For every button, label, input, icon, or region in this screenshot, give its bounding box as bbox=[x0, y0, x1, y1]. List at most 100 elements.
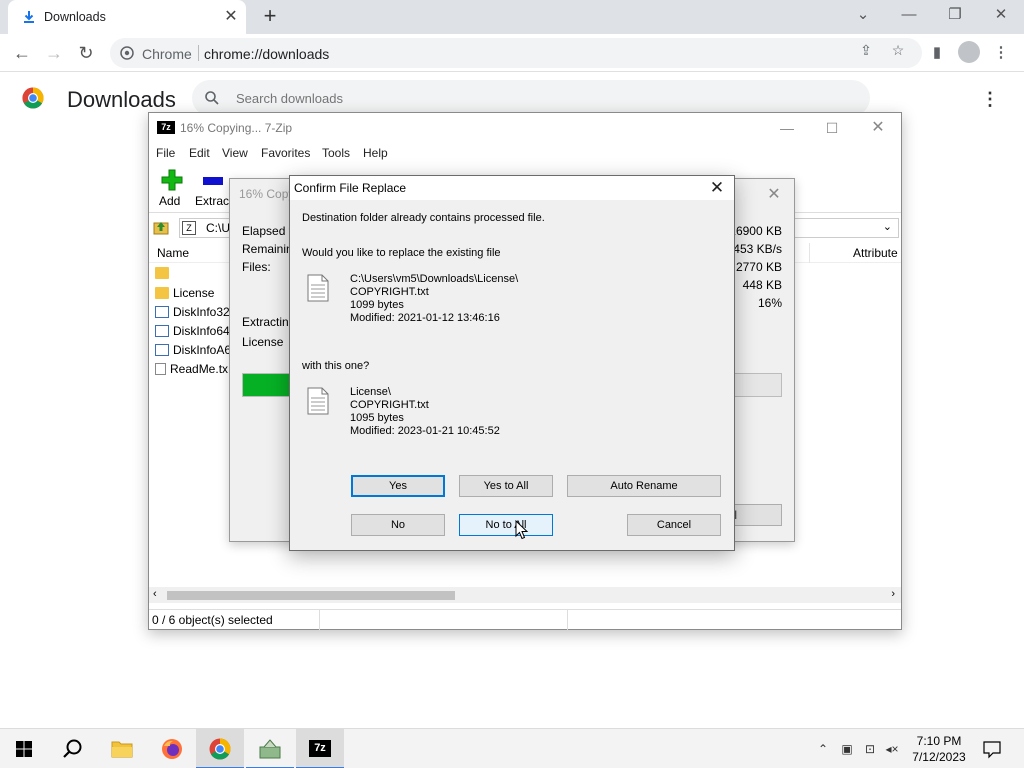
menu-tools[interactable]: Tools bbox=[322, 146, 350, 160]
chrome-menu-icon[interactable]: ⋮ bbox=[990, 42, 1012, 64]
folder-icon bbox=[111, 741, 133, 758]
scheme-label: Chrome bbox=[142, 46, 192, 62]
add-icon[interactable] bbox=[161, 169, 183, 191]
status-divider bbox=[567, 610, 568, 630]
confirm-file-replace-dialog: Confirm File Replace ✕ Destination folde… bbox=[289, 175, 735, 551]
taskbar-file-explorer[interactable] bbox=[98, 729, 146, 768]
extract-icon[interactable] bbox=[203, 177, 223, 185]
sevenzip-app-icon: 7z bbox=[157, 121, 175, 134]
list-item[interactable]: DiskInfoA6 bbox=[155, 343, 231, 361]
notification-icon[interactable] bbox=[982, 739, 1002, 759]
firefox-icon bbox=[162, 739, 182, 759]
yes-to-all-button[interactable]: Yes to All bbox=[459, 475, 553, 497]
list-item[interactable]: License bbox=[155, 286, 214, 304]
address-bar[interactable]: Chrome chrome://downloads bbox=[110, 38, 922, 68]
chrome-toolbar: ← → ↻ Chrome chrome://downloads ⇪ ☆ ▮ ⋮ bbox=[0, 34, 1024, 72]
total-size-value: 16900 KB bbox=[729, 224, 782, 238]
list-item[interactable]: ReadMe.tx bbox=[155, 362, 228, 380]
sevenzip-icon: 7z bbox=[309, 740, 331, 757]
existing-file-icon bbox=[307, 274, 329, 302]
start-button[interactable] bbox=[0, 729, 48, 768]
no-to-all-button[interactable]: No to All bbox=[459, 514, 553, 536]
column-attributes[interactable]: Attribute bbox=[853, 246, 898, 260]
tab-search-icon[interactable]: ⌄ bbox=[840, 0, 886, 30]
minimize-button[interactable]: — bbox=[886, 0, 932, 30]
chevron-up-icon[interactable]: ⌃ bbox=[815, 741, 831, 757]
clock-time: 7:10 PM bbox=[916, 734, 962, 748]
mouse-cursor-icon bbox=[515, 520, 529, 540]
restore-button[interactable]: ❐ bbox=[932, 0, 978, 30]
minimize-button[interactable]: — bbox=[772, 117, 802, 139]
scrollbar-thumb[interactable] bbox=[167, 591, 455, 600]
column-name[interactable]: Name bbox=[157, 246, 189, 260]
folder-up-icon[interactable] bbox=[153, 219, 169, 235]
side-panel-icon[interactable]: ▮ bbox=[926, 42, 948, 64]
network-icon[interactable]: ⊡ bbox=[862, 741, 878, 757]
speed-value: 453 KB/s bbox=[733, 242, 782, 256]
taskbar-chrome[interactable] bbox=[196, 729, 244, 768]
reload-button[interactable]: ↻ bbox=[73, 40, 99, 66]
tab-downloads[interactable]: Downloads ✕ bbox=[8, 0, 246, 34]
url-text[interactable]: chrome://downloads bbox=[204, 46, 329, 62]
more-actions-icon[interactable]: ⋮ bbox=[980, 88, 1000, 110]
new-tab-button[interactable]: + bbox=[258, 5, 282, 29]
scroll-left-icon[interactable]: ‹ bbox=[153, 588, 157, 600]
exe-file-icon bbox=[155, 344, 169, 356]
menu-favorites[interactable]: Favorites bbox=[261, 146, 310, 160]
search-input[interactable] bbox=[236, 88, 836, 108]
add-button-label[interactable]: Add bbox=[159, 194, 180, 208]
close-icon[interactable]: ✕ bbox=[702, 177, 732, 199]
menu-help[interactable]: Help bbox=[363, 146, 388, 160]
close-window-button[interactable]: ✕ bbox=[978, 0, 1024, 30]
taskbar-search-button[interactable] bbox=[48, 729, 96, 768]
no-button[interactable]: No bbox=[351, 514, 445, 536]
system-clock[interactable]: 7:10 PM 7/12/2023 bbox=[906, 733, 972, 765]
new-file-name: COPYRIGHT.txt bbox=[350, 399, 429, 411]
menu-edit[interactable]: Edit bbox=[189, 146, 210, 160]
forward-button[interactable]: → bbox=[41, 40, 67, 66]
taskbar-firefox[interactable] bbox=[148, 729, 196, 768]
chevron-down-icon[interactable]: ⌄ bbox=[883, 220, 892, 233]
page-title: Downloads bbox=[67, 87, 176, 112]
close-tab-icon[interactable]: ✕ bbox=[222, 8, 240, 26]
bookmark-star-icon[interactable]: ☆ bbox=[889, 41, 907, 59]
yes-button[interactable]: Yes bbox=[351, 475, 445, 497]
search-downloads-box[interactable] bbox=[192, 80, 870, 116]
with-this-one-label: with this one? bbox=[302, 360, 370, 372]
close-icon[interactable]: ✕ bbox=[762, 184, 786, 204]
back-button[interactable]: ← bbox=[9, 40, 35, 66]
dialog-titlebar: Confirm File Replace ✕ bbox=[290, 176, 734, 200]
path-text: C:\U bbox=[206, 221, 230, 235]
compressed-value: 448 KB bbox=[742, 278, 782, 292]
taskbar-7zip[interactable]: 7z bbox=[296, 729, 344, 768]
existing-file-size: 1099 bytes bbox=[350, 299, 404, 311]
chrome-tab-strip: Downloads ✕ + ⌄ — ❐ ✕ bbox=[0, 0, 1024, 34]
share-icon[interactable]: ⇪ bbox=[857, 41, 875, 59]
list-item[interactable]: DiskInfo32. bbox=[155, 305, 233, 323]
list-item[interactable]: DiskInfo64. bbox=[155, 324, 233, 342]
profile-avatar-icon[interactable] bbox=[958, 41, 980, 63]
scroll-right-icon[interactable]: › bbox=[891, 588, 895, 600]
maximize-button[interactable]: ☐ bbox=[817, 117, 847, 139]
close-button[interactable]: ✕ bbox=[863, 117, 893, 139]
new-file-info: License\ COPYRIGHT.txt 1095 bytes Modifi… bbox=[350, 386, 500, 438]
extract-button-label[interactable]: Extract bbox=[195, 194, 232, 208]
taskbar-app[interactable] bbox=[246, 729, 294, 768]
volume-muted-icon[interactable]: ◂× bbox=[884, 741, 900, 757]
existing-file-info: C:\Users\vm5\Downloads\License\ COPYRIGH… bbox=[350, 273, 518, 325]
exe-file-icon bbox=[155, 306, 169, 318]
menu-file[interactable]: File bbox=[156, 146, 175, 160]
menu-view[interactable]: View bbox=[222, 146, 248, 160]
cancel-button[interactable]: Cancel bbox=[627, 514, 721, 536]
new-file-icon bbox=[307, 387, 329, 415]
processed-value: 2770 KB bbox=[735, 260, 782, 274]
auto-rename-button[interactable]: Auto Rename bbox=[567, 475, 721, 497]
list-item[interactable] bbox=[155, 266, 173, 284]
horizontal-scrollbar[interactable]: ‹ › bbox=[149, 587, 901, 603]
network-warning-icon[interactable]: ▣ bbox=[839, 741, 855, 757]
windows-taskbar: 7z ⌃ ▣ ⊡ ◂× 7:10 PM 7/12/2023 bbox=[0, 728, 1024, 768]
percent-value: 16% bbox=[757, 296, 782, 310]
chrome-icon bbox=[209, 738, 231, 760]
tab-title: Downloads bbox=[44, 10, 106, 24]
current-item: License bbox=[242, 335, 284, 349]
